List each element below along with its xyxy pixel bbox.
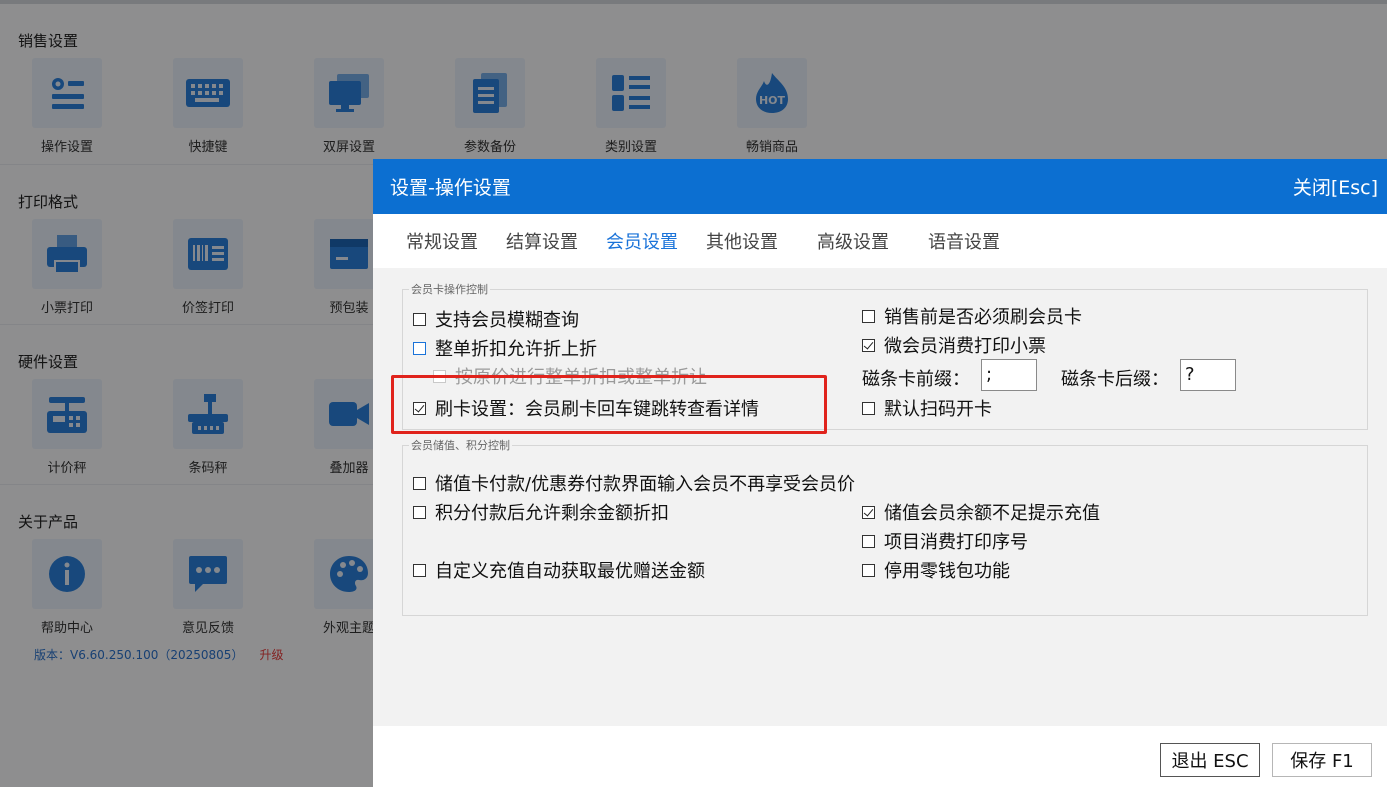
magstripe-suffix-label: 磁条卡后缀： <box>1061 369 1169 390</box>
option-label: 停用零钱包功能 <box>884 561 1010 582</box>
magstripe-prefix-label: 磁条卡前缀： <box>862 369 970 390</box>
option-label: 微会员消费打印小票 <box>884 336 1046 357</box>
option-label: 支持会员模糊查询 <box>435 310 579 331</box>
tab-member[interactable]: 会员设置 <box>606 228 678 254</box>
option-label: 积分付款后允许剩余金额折扣 <box>435 503 669 524</box>
option-wechat-member-print-receipt[interactable]: 微会员消费打印小票 <box>862 332 1046 358</box>
save-button[interactable]: 保存 F1 <box>1272 743 1372 777</box>
checkbox[interactable] <box>413 563 426 577</box>
dialog-header: 设置-操作设置 关闭[Esc] <box>373 159 1387 214</box>
checkbox[interactable] <box>862 309 875 323</box>
option-auto-best-bonus[interactable]: 自定义充值自动获取最优赠送金额 <box>413 557 705 583</box>
checkbox[interactable] <box>862 534 875 548</box>
option-disable-change-wallet[interactable]: 停用零钱包功能 <box>862 557 1010 583</box>
option-allow-stacked-discount[interactable]: 整单折扣允许折上折 <box>413 335 597 361</box>
option-fuzzy-member-search[interactable]: 支持会员模糊查询 <box>413 306 579 332</box>
operation-settings-dialog: 设置-操作设置 关闭[Esc] 常规设置 结算设置 会员设置 其他设置 高级设置… <box>373 159 1387 787</box>
checkbox[interactable] <box>413 505 426 519</box>
option-label: 销售前是否必须刷会员卡 <box>884 307 1082 328</box>
checkbox[interactable] <box>862 505 875 519</box>
option-label: 储值卡付款/优惠券付款界面输入会员不再享受会员价 <box>435 474 856 495</box>
group-legend: 会员卡操作控制 <box>411 283 488 296</box>
close-button[interactable]: 关闭[Esc] <box>1293 173 1378 200</box>
option-label: 自定义充值自动获取最优赠送金额 <box>435 561 705 582</box>
dialog-title: 设置-操作设置 <box>390 177 511 199</box>
group-legend: 会员储值、积分控制 <box>411 439 510 452</box>
option-label: 默认扫码开卡 <box>884 399 992 420</box>
option-default-scan-open-card[interactable]: 默认扫码开卡 <box>862 395 992 421</box>
magstripe-suffix-input[interactable]: ? <box>1180 359 1236 391</box>
tab-general[interactable]: 常规设置 <box>406 228 478 254</box>
option-label: 整单折扣允许折上折 <box>435 339 597 360</box>
red-highlight-box <box>391 375 827 434</box>
option-points-remaining-discount[interactable]: 积分付款后允许剩余金额折扣 <box>413 499 669 525</box>
tab-advanced[interactable]: 高级设置 <box>817 228 889 254</box>
option-label: 储值会员余额不足提示充值 <box>884 503 1100 524</box>
option-require-card-before-sale[interactable]: 销售前是否必须刷会员卡 <box>862 303 1082 329</box>
tab-content-member: 会员卡操作控制 支持会员模糊查询 整单折扣允许折上折 按原价进行整单折扣或整单折… <box>373 268 1387 726</box>
tab-other[interactable]: 其他设置 <box>706 228 778 254</box>
tab-voice[interactable]: 语音设置 <box>928 228 1000 254</box>
magstripe-prefix-input[interactable]: ; <box>981 359 1037 391</box>
tab-bar: 常规设置 结算设置 会员设置 其他设置 高级设置 语音设置 <box>373 214 1387 268</box>
checkbox[interactable] <box>413 341 426 355</box>
option-low-balance-recharge-prompt[interactable]: 储值会员余额不足提示充值 <box>862 499 1100 525</box>
option-print-item-serial[interactable]: 项目消费打印序号 <box>862 528 1028 554</box>
option-label: 项目消费打印序号 <box>884 532 1028 553</box>
option-no-member-price-stored-card[interactable]: 储值卡付款/优惠券付款界面输入会员不再享受会员价 <box>413 470 855 496</box>
exit-button[interactable]: 退出 ESC <box>1160 743 1260 777</box>
checkbox[interactable] <box>413 312 426 326</box>
checkbox[interactable] <box>862 401 875 415</box>
tab-checkout[interactable]: 结算设置 <box>506 228 578 254</box>
checkbox[interactable] <box>413 476 426 490</box>
checkbox[interactable] <box>862 338 875 352</box>
checkbox[interactable] <box>862 563 875 577</box>
group-stored-value-points-control: 会员储值、积分控制 <box>402 437 1368 616</box>
